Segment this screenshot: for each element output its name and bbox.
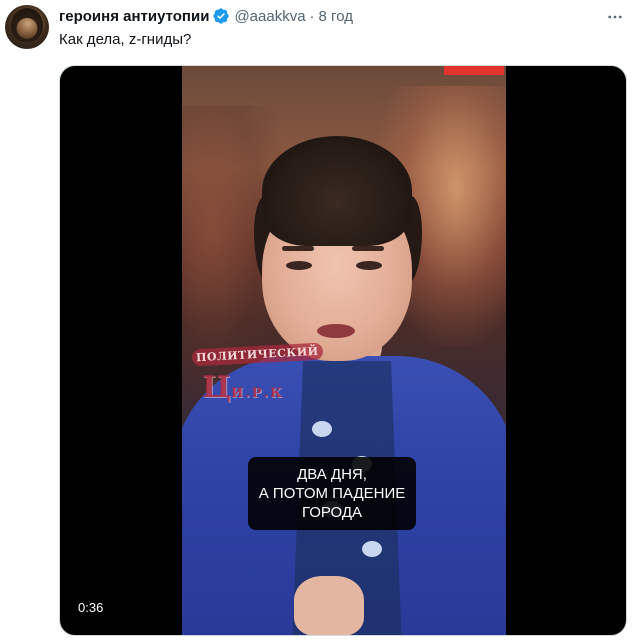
- more-options-icon: [608, 15, 622, 19]
- watermark-small-letters: И.Р.К: [231, 386, 284, 401]
- hair-top: [262, 136, 412, 246]
- avatar[interactable]: [5, 5, 49, 49]
- mouth: [317, 324, 355, 338]
- separator-dot: ·: [309, 7, 315, 25]
- video-duration: 0:36: [72, 598, 110, 618]
- tweet-text: Как дела, z-гниды?: [59, 31, 192, 48]
- video-subtitle: ДВА ДНЯ, А ПОТОМ ПАДЕНИЕ ГОРОДА: [248, 457, 416, 530]
- eyebrow-left: [282, 246, 314, 251]
- subtitle-line: ДВА ДНЯ,: [297, 466, 367, 483]
- hand: [294, 576, 364, 635]
- author-handle[interactable]: @aaakkva: [234, 8, 305, 25]
- video-frame: ПОЛИТИЧЕСКИЙ ЦИ.Р.К: [182, 66, 506, 635]
- broadcast-strip: [444, 66, 504, 75]
- tweet-header: героиня антиутопии @aaakkva · 8 год: [59, 5, 353, 27]
- eyebrow-right: [352, 246, 384, 251]
- subtitle-line: А ПОТОМ ПАДЕНИЕ: [258, 485, 406, 502]
- author-name[interactable]: героиня антиутопии: [59, 8, 209, 25]
- watermark-logo: ЦИ.Р.К: [202, 370, 284, 405]
- eye-right: [356, 261, 382, 270]
- avatar-image: [11, 8, 43, 42]
- watermark-top-text: ПОЛИТИЧЕСКИЙ: [191, 342, 324, 367]
- more-options-button[interactable]: [601, 5, 629, 29]
- verified-badge-icon: [212, 7, 230, 25]
- video-player[interactable]: ПОЛИТИЧЕСКИЙ ЦИ.Р.К ДВА ДНЯ, А ПОТОМ ПАД…: [59, 65, 627, 636]
- subtitle-line: ГОРОДА: [301, 504, 363, 521]
- tweet-timestamp[interactable]: 8 год: [319, 8, 353, 25]
- channel-watermark: ПОЛИТИЧЕСКИЙ ЦИ.Р.К: [188, 338, 328, 428]
- eye-left: [286, 261, 312, 270]
- watermark-big-letter: Ц: [202, 370, 231, 405]
